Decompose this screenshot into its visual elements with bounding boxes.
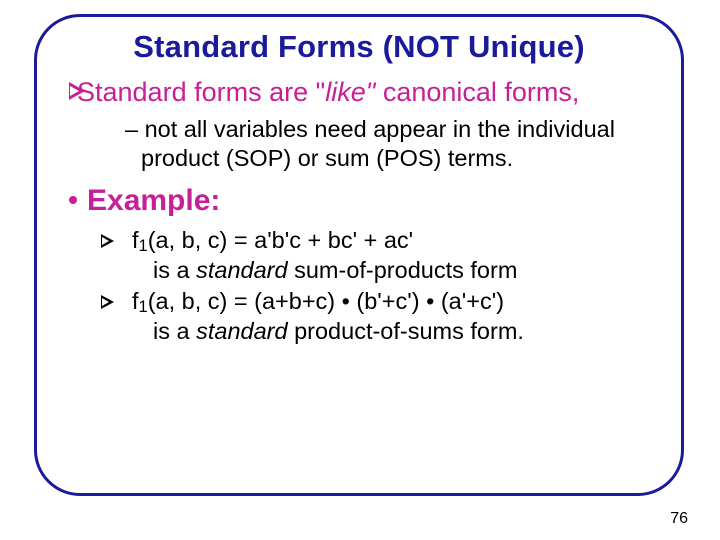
bullet-text-1: Standard forms are " <box>77 77 325 107</box>
example-list: f1(a, b, c) = a'b'c + bc' + ac' is a sta… <box>101 226 655 345</box>
dash-bullet: – not all variables need appear in the i… <box>125 115 655 172</box>
subscript: 1 <box>139 237 148 255</box>
arrow-icon <box>101 234 114 248</box>
line2a: is a <box>153 318 196 344</box>
bullet-italic: like" <box>325 77 375 107</box>
line2c: sum-of-products form <box>288 257 518 283</box>
example-item-1: f1(a, b, c) = a'b'c + bc' + ac' is a sta… <box>101 226 655 285</box>
bullet-dot-icon <box>69 196 77 204</box>
dash-text: not all variables need appear in the ind… <box>141 116 615 171</box>
slide-title: Standard Forms (NOT Unique) <box>63 29 655 65</box>
example-bullet: Example: <box>69 184 655 218</box>
page-number: 76 <box>670 510 688 528</box>
dash-prefix: – <box>125 116 145 142</box>
eq1: (a, b, c) = a'b'c + bc' + ac' <box>148 227 413 253</box>
line2b: standard <box>196 257 287 283</box>
line2b: standard <box>196 318 287 344</box>
main-bullet: Standard forms are "like" canonical form… <box>63 75 655 109</box>
arrow-icon <box>101 295 114 309</box>
subscript: 1 <box>139 298 148 316</box>
eq2: (a, b, c) = (a+b+c) • (b'+c') • (a'+c') <box>148 288 504 314</box>
example-item-2: f1(a, b, c) = (a+b+c) • (b'+c') • (a'+c'… <box>101 287 655 346</box>
example-label: Example: <box>87 184 220 217</box>
line2c: product-of-sums form. <box>288 318 524 344</box>
bullet-text-2: canonical forms, <box>375 77 579 107</box>
line2a: is a <box>153 257 196 283</box>
slide-frame: Standard Forms (NOT Unique) Standard for… <box>34 14 684 496</box>
